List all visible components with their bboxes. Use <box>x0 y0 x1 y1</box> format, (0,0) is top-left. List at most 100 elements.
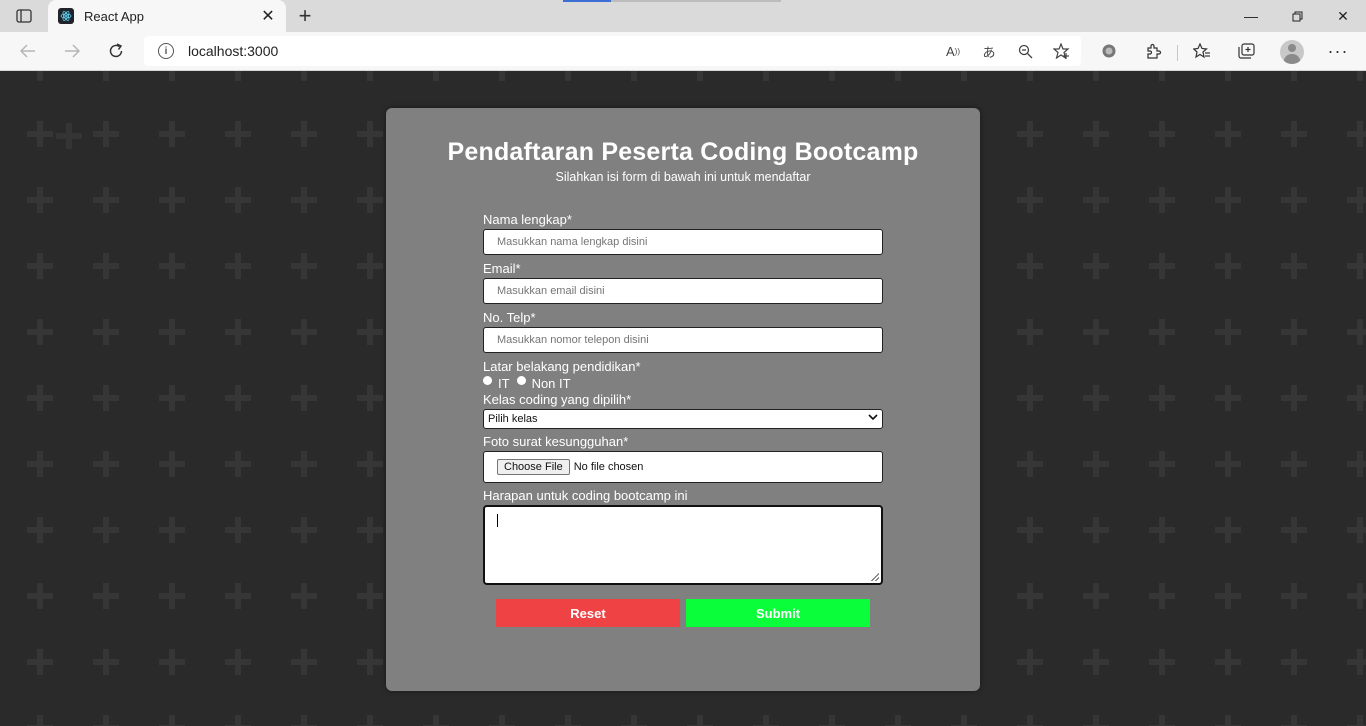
background-plus-shape <box>555 715 581 726</box>
extensions-icon[interactable] <box>1139 38 1167 64</box>
background-plus-shape <box>1149 253 1175 279</box>
background-plus-shape <box>1149 451 1175 477</box>
zoom-out-icon[interactable] <box>1013 40 1037 62</box>
background-plus-shape <box>489 715 515 726</box>
background-plus-shape <box>159 451 185 477</box>
background-plus-shape <box>1215 517 1241 543</box>
background-plus-shape <box>1281 187 1307 213</box>
collections-icon[interactable] <box>1232 38 1260 64</box>
resize-grip-icon[interactable] <box>871 573 879 581</box>
radio-it[interactable] <box>483 375 492 385</box>
background-plus-shape <box>291 71 317 81</box>
background-plus-shape <box>291 385 317 411</box>
hope-textarea[interactable] <box>483 505 883 585</box>
background-plus-shape <box>93 583 119 609</box>
background-plus-shape <box>225 121 251 147</box>
background-plus-shape <box>1149 71 1175 81</box>
background-plus-shape <box>93 385 119 411</box>
tab-strip-accent <box>563 0 611 2</box>
background-plus-shape <box>357 319 383 345</box>
close-tab-icon[interactable]: ✕ <box>256 4 280 28</box>
registration-card: Pendaftaran Peserta Coding Bootcamp Sila… <box>386 108 980 691</box>
background-plus-shape <box>423 71 449 81</box>
email-input[interactable] <box>483 278 883 304</box>
background-plus-shape <box>1149 583 1175 609</box>
phone-label: No. Telp* <box>483 310 536 325</box>
background-plus-shape <box>1281 715 1307 726</box>
background-plus-shape <box>885 715 911 726</box>
background-plus-shape <box>1281 253 1307 279</box>
background-plus-shape <box>423 715 449 726</box>
background-plus-shape <box>159 583 185 609</box>
background-plus-shape <box>1347 649 1366 675</box>
background-plus-shape <box>1017 583 1043 609</box>
background-plus-shape <box>159 517 185 543</box>
background-plus-shape <box>159 385 185 411</box>
background-plus-shape <box>291 187 317 213</box>
photo-label: Foto surat kesungguhan* <box>483 434 629 449</box>
radio-non-it[interactable] <box>516 375 526 385</box>
read-aloud-icon[interactable]: A)) <box>941 40 965 62</box>
page-title: Pendaftaran Peserta Coding Bootcamp <box>447 138 919 166</box>
background-plus-shape <box>1347 583 1366 609</box>
translate-icon[interactable]: あ <box>977 40 1001 62</box>
background-plus-shape <box>1017 451 1043 477</box>
background-plus-shape <box>1149 319 1175 345</box>
page-viewport: Pendaftaran Peserta Coding Bootcamp Sila… <box>0 71 1366 726</box>
choose-file-button[interactable]: Choose File <box>497 459 570 475</box>
background-plus-shape <box>225 517 251 543</box>
background-plus-shape <box>1017 385 1043 411</box>
back-icon[interactable] <box>14 38 42 64</box>
restore-icon[interactable] <box>1274 0 1320 32</box>
background-plus-shape <box>1347 517 1366 543</box>
profile-avatar[interactable] <box>1280 40 1304 64</box>
email-label: Email* <box>483 261 521 276</box>
background-plus-shape <box>291 121 317 147</box>
background-plus-shape <box>159 121 185 147</box>
background-plus-shape <box>159 715 185 726</box>
reset-button[interactable]: Reset <box>496 599 680 627</box>
file-status: No file chosen <box>573 461 644 473</box>
background-plus-shape <box>27 583 53 609</box>
background-plus-shape <box>1281 517 1307 543</box>
class-select[interactable]: Pilih kelas <box>483 409 883 429</box>
tab-actions-icon[interactable] <box>8 4 40 28</box>
background-plus-shape <box>489 71 515 81</box>
background-plus-shape <box>885 71 911 81</box>
browser-toolbar: i localhost:3000 A)) あ ··· <box>0 32 1366 71</box>
background-plus-shape <box>291 319 317 345</box>
extension-circle-icon[interactable] <box>1095 38 1123 64</box>
background-plus-shape <box>1347 253 1366 279</box>
background-plus-shape <box>1017 649 1043 675</box>
background-plus-shape <box>1347 187 1366 213</box>
background-plus-shape <box>225 451 251 477</box>
background-plus-shape <box>1281 71 1307 81</box>
forward-icon[interactable] <box>58 38 86 64</box>
chevron-down-icon <box>868 412 878 424</box>
submit-button[interactable]: Submit <box>686 599 870 627</box>
hope-label: Harapan untuk coding bootcamp ini <box>483 488 688 503</box>
new-tab-icon[interactable]: + <box>292 3 318 28</box>
background-plus-shape <box>225 71 251 81</box>
browser-tab[interactable]: React App ✕ <box>48 0 286 32</box>
background-plus-shape <box>27 649 53 675</box>
add-favorite-icon[interactable] <box>1049 40 1073 62</box>
radio-it-label: IT <box>498 375 510 391</box>
close-window-icon[interactable]: ✕ <box>1320 0 1366 32</box>
address-bar[interactable]: i localhost:3000 A)) あ <box>144 36 1081 66</box>
favorites-icon[interactable] <box>1188 38 1216 64</box>
refresh-icon[interactable] <box>102 38 130 64</box>
background-plus-shape <box>291 451 317 477</box>
minimize-icon[interactable]: — <box>1228 0 1274 32</box>
background-plus-shape <box>1083 187 1109 213</box>
more-options-icon[interactable]: ··· <box>1324 38 1352 64</box>
background-plus-shape <box>357 451 383 477</box>
toolbar-separator <box>1177 45 1178 61</box>
background-plus-shape <box>27 517 53 543</box>
background-plus-shape <box>1215 71 1241 81</box>
background-plus-shape <box>27 253 53 279</box>
background-plus-shape <box>753 715 779 726</box>
name-input[interactable] <box>483 229 883 255</box>
phone-input[interactable] <box>483 327 883 353</box>
site-info-icon[interactable]: i <box>158 43 174 59</box>
